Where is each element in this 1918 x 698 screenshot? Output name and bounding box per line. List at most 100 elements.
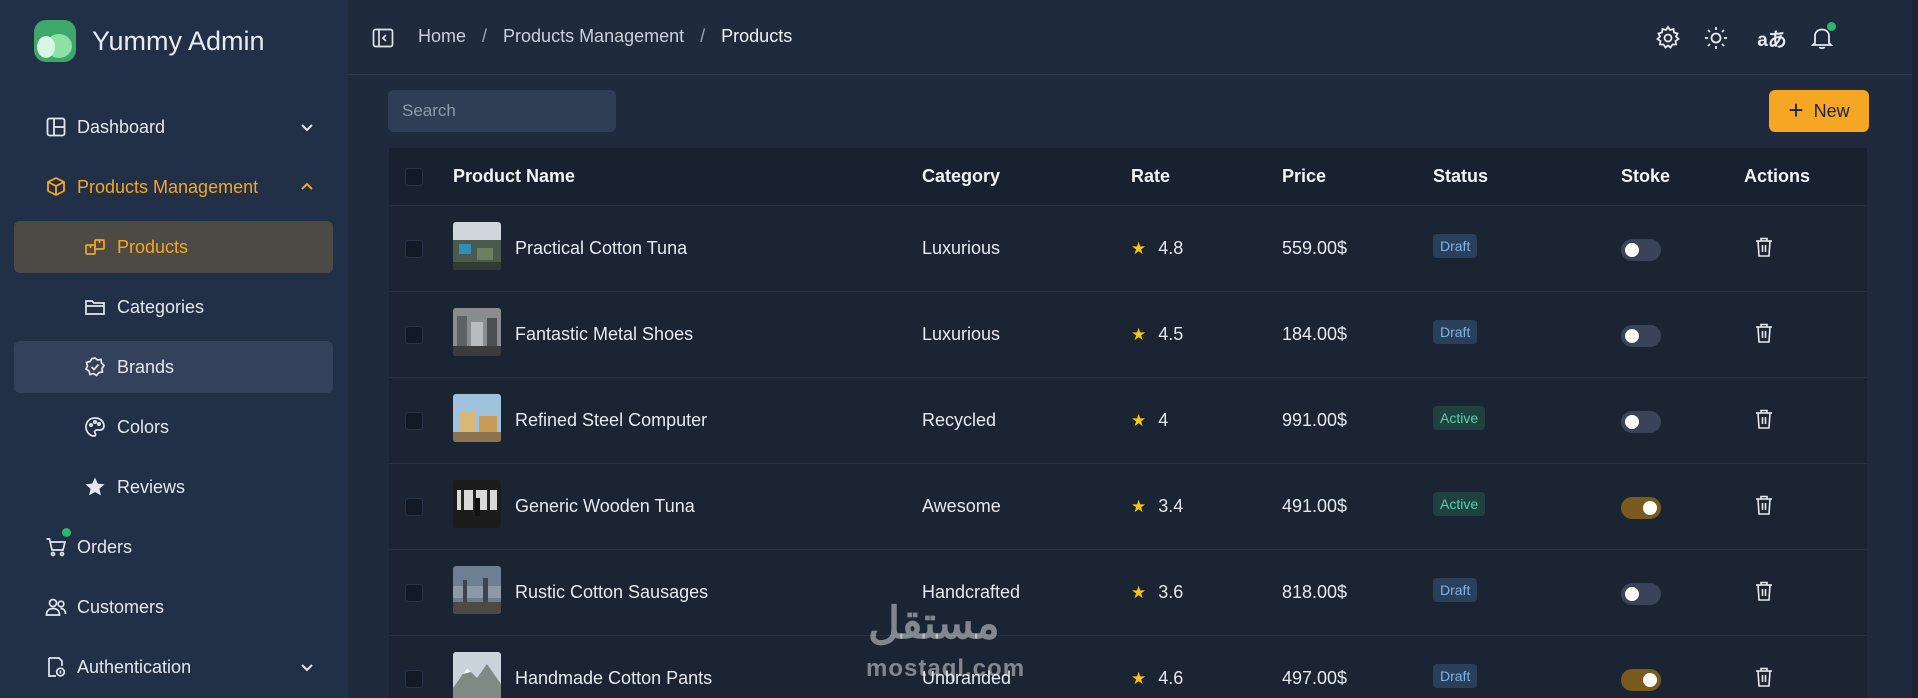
sidebar-item-products-management[interactable]: Products Management xyxy=(14,161,333,213)
sidebar-toggle-icon[interactable] xyxy=(372,27,394,49)
status-badge: Draft xyxy=(1433,578,1478,602)
bell-icon[interactable] xyxy=(1808,22,1836,52)
stoke-toggle[interactable] xyxy=(1621,325,1661,347)
brand[interactable]: Yummy Admin xyxy=(34,20,265,62)
sidebar-item-products[interactable]: Products xyxy=(14,221,333,273)
folder-icon xyxy=(83,295,107,319)
table-row[interactable]: Handmade Cotton Pants Unbranded ★ 4.6 497… xyxy=(389,636,1867,698)
sidebar-item-label: Dashboard xyxy=(77,116,166,137)
product-rate: ★ 4.8 xyxy=(1131,238,1183,259)
user-lock-icon xyxy=(44,655,68,679)
product-name: Rustic Cotton Sausages xyxy=(515,582,709,602)
stoke-toggle[interactable] xyxy=(1621,583,1661,605)
column-header-actions: Actions xyxy=(1744,166,1811,186)
sidebar-item-orders[interactable]: Orders xyxy=(14,521,333,573)
row-checkbox[interactable] xyxy=(405,240,423,258)
table-row[interactable]: Generic Wooden Tuna Awesome ★ 3.4 491.00$… xyxy=(389,464,1867,550)
toggle-knob xyxy=(1643,501,1657,515)
toggle-knob xyxy=(1625,587,1639,601)
product-rate: ★ 4.6 xyxy=(1131,668,1183,689)
sun-icon[interactable] xyxy=(1702,24,1730,52)
status-badge: Draft xyxy=(1433,234,1478,258)
breadcrumb-products: Products xyxy=(721,26,793,46)
sidebar-item-label: Customers xyxy=(77,596,165,617)
product-name: Generic Wooden Tuna xyxy=(515,496,695,516)
page-scrollbar[interactable] xyxy=(1912,0,1918,698)
column-header-category[interactable]: Category xyxy=(922,166,1000,187)
row-checkbox[interactable] xyxy=(405,326,423,344)
product-thumbnail xyxy=(453,222,501,270)
sidebar-item-colors[interactable]: Colors xyxy=(14,401,333,453)
trash-icon[interactable] xyxy=(1754,322,1774,344)
star-icon: ★ xyxy=(1131,410,1147,430)
cart-icon xyxy=(44,535,68,559)
sidebar-item-label: Authentication xyxy=(77,656,192,677)
search-input[interactable] xyxy=(388,90,616,132)
breadcrumb-products-management[interactable]: Products Management xyxy=(503,26,684,47)
plus-icon: + xyxy=(1788,94,1804,125)
table-row[interactable]: Practical Cotton Tuna Luxurious ★ 4.8 559… xyxy=(389,206,1867,292)
breadcrumb-home[interactable]: Home xyxy=(418,26,466,47)
toggle-knob xyxy=(1625,329,1639,343)
new-product-button[interactable]: + New xyxy=(1769,90,1869,132)
table-row[interactable]: Rustic Cotton Sausages Handcrafted ★ 3.6 … xyxy=(389,550,1867,636)
table-row[interactable]: Fantastic Metal Shoes Luxurious ★ 4.5 184… xyxy=(389,292,1867,378)
sidebar-item-authentication[interactable]: Authentication xyxy=(14,641,333,693)
status-badge: Active xyxy=(1433,492,1486,516)
row-checkbox[interactable] xyxy=(405,670,423,688)
column-header-rate[interactable]: Rate xyxy=(1131,166,1170,187)
settings-gear-icon[interactable] xyxy=(1654,24,1682,52)
new-button-label: New xyxy=(1813,100,1850,121)
trash-icon[interactable] xyxy=(1754,666,1774,688)
status-badge: Draft xyxy=(1433,320,1478,344)
select-all-checkbox[interactable] xyxy=(405,168,423,186)
users-icon xyxy=(44,595,68,619)
product-rate: ★ 4.5 xyxy=(1131,324,1183,345)
row-checkbox[interactable] xyxy=(405,584,423,602)
product-thumbnail xyxy=(453,480,501,528)
stoke-toggle[interactable] xyxy=(1621,239,1661,261)
palette-icon xyxy=(83,415,107,439)
sidebar-item-customers[interactable]: Customers xyxy=(14,581,333,633)
stoke-toggle[interactable] xyxy=(1621,411,1661,433)
sidebar-item-reviews[interactable]: Reviews xyxy=(14,461,333,513)
product-category: Luxurious xyxy=(922,324,1001,344)
stoke-toggle[interactable] xyxy=(1621,497,1661,519)
product-rate: ★ 3.6 xyxy=(1131,582,1183,603)
product-thumbnail xyxy=(453,652,501,698)
sidebar-item-categories[interactable]: Categories xyxy=(14,281,333,333)
star-icon: ★ xyxy=(1131,668,1147,688)
sidebar-item-brands[interactable]: Brands xyxy=(14,341,333,393)
language-switch[interactable]: aあ xyxy=(1754,24,1790,52)
badge-check-icon xyxy=(83,355,107,379)
star-icon: ★ xyxy=(1131,582,1147,602)
column-header-status[interactable]: Status xyxy=(1433,166,1488,187)
sidebar-item-label: Colors xyxy=(117,416,170,437)
main-content: + New Product Name Category Rate Price S… xyxy=(348,76,1918,698)
table-header: Product Name Category Rate Price Status … xyxy=(389,148,1867,206)
trash-icon[interactable] xyxy=(1754,494,1774,516)
stoke-toggle[interactable] xyxy=(1621,669,1661,691)
sidebar-item-dashboard[interactable]: Dashboard xyxy=(14,101,333,153)
star-icon: ★ xyxy=(1131,324,1147,344)
table-row[interactable]: Refined Steel Computer Recycled ★ 4 991.0… xyxy=(389,378,1867,464)
trash-icon[interactable] xyxy=(1754,236,1774,258)
chevron-down-icon xyxy=(295,655,319,679)
breadcrumb-separator: / xyxy=(482,26,488,46)
rate-value: 4.6 xyxy=(1158,668,1184,688)
column-header-product-name[interactable]: Product Name xyxy=(453,166,575,187)
product-name: Handmade Cotton Pants xyxy=(515,668,713,688)
product-name: Fantastic Metal Shoes xyxy=(515,324,694,344)
column-header-price[interactable]: Price xyxy=(1282,166,1326,187)
sidebar-item-label: Orders xyxy=(77,536,133,557)
star-icon xyxy=(83,475,107,499)
rate-value: 4 xyxy=(1158,410,1169,430)
chevron-up-icon xyxy=(295,175,319,199)
row-checkbox[interactable] xyxy=(405,412,423,430)
trash-icon[interactable] xyxy=(1754,580,1774,602)
boxes-icon xyxy=(83,235,107,259)
toggle-knob xyxy=(1643,673,1657,687)
column-header-stoke[interactable]: Stoke xyxy=(1621,166,1670,187)
row-checkbox[interactable] xyxy=(405,498,423,516)
trash-icon[interactable] xyxy=(1754,408,1774,430)
